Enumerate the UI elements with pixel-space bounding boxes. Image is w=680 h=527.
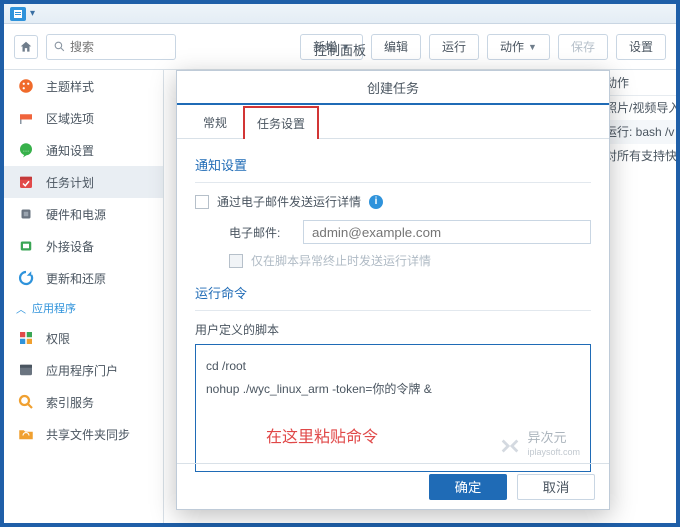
sidebar-item-privileges[interactable]: 权限: [4, 322, 163, 354]
sidebar-item-label: 权限: [46, 330, 70, 347]
sidebar-item-label: 共享文件夹同步: [46, 426, 130, 443]
script-line: nohup ./wyc_linux_arm -token=你的令牌 &: [206, 378, 580, 401]
checkbox-only-on-error: [229, 254, 243, 268]
folder-sync-icon: [16, 424, 36, 444]
sidebar-item-label: 主题样式: [46, 78, 94, 95]
sidebar-item-notification[interactable]: … 通知设置: [4, 134, 163, 166]
run-button[interactable]: 运行: [429, 34, 479, 60]
app-titlebar: ▾: [4, 4, 676, 24]
script-line: cd /root: [206, 355, 580, 378]
chevron-down-icon: ▼: [528, 42, 537, 52]
info-icon[interactable]: i: [369, 195, 383, 209]
flag-icon: [16, 108, 36, 128]
sidebar-item-label: 任务计划: [46, 174, 94, 191]
sidebar-item-index[interactable]: 索引服务: [4, 386, 163, 418]
sidebar-item-region[interactable]: 区域选项: [4, 102, 163, 134]
dialog-footer: 确定 取消: [177, 463, 609, 509]
watermark: 异次元 iplaysoft.com: [499, 431, 580, 461]
label-only-on-error: 仅在脚本异常终止时发送运行详情: [251, 252, 431, 269]
titlebar-dropdown-icon[interactable]: ▾: [30, 8, 35, 19]
sidebar-item-label: 硬件和电源: [46, 206, 106, 223]
sidebar-item-label: 区域选项: [46, 110, 94, 127]
label-user-script: 用户定义的脚本: [195, 321, 591, 338]
usb-icon: [16, 236, 36, 256]
tab-task-settings[interactable]: 任务设置: [243, 106, 319, 139]
search-icon: [53, 40, 66, 53]
search-input[interactable]: [70, 40, 160, 54]
sidebar-item-sync[interactable]: 共享文件夹同步: [4, 418, 163, 450]
sidebar-item-label: 通知设置: [46, 142, 94, 159]
edit-button[interactable]: 编辑: [371, 34, 421, 60]
sidebar-item-update[interactable]: 更新和还原: [4, 262, 163, 294]
grid-lock-icon: [16, 328, 36, 348]
save-button: 保存: [558, 34, 608, 60]
sidebar-item-theme[interactable]: 主题样式: [4, 70, 163, 102]
settings-button[interactable]: 设置: [616, 34, 666, 60]
search-box[interactable]: [46, 34, 176, 60]
dialog-title: 创建任务: [177, 71, 609, 105]
create-task-dialog: 创建任务 常规 任务设置 通知设置 通过电子邮件发送运行详情 i 电子邮件: 仅…: [176, 70, 610, 510]
label-send-email: 通过电子邮件发送运行详情: [217, 193, 361, 210]
chip-icon: [16, 204, 36, 224]
window-icon: [16, 360, 36, 380]
chat-icon: …: [16, 140, 36, 160]
checkbox-send-email[interactable]: [195, 195, 209, 209]
label-email: 电子邮件:: [229, 224, 293, 241]
app-icon: [10, 7, 26, 21]
magnify-gear-icon: [16, 392, 36, 412]
sidebar-item-task-scheduler[interactable]: 任务计划: [4, 166, 163, 198]
window-title: 控制面板: [314, 40, 366, 59]
sidebar-item-hardware[interactable]: 硬件和电源: [4, 198, 163, 230]
calendar-check-icon: [16, 172, 36, 192]
home-icon: [19, 40, 33, 54]
sidebar-item-label: 更新和还原: [46, 270, 106, 287]
annotation-paste-here: 在这里粘贴命令: [266, 423, 378, 453]
palette-icon: [16, 76, 36, 96]
action-button[interactable]: 动作▼: [487, 34, 550, 60]
sidebar-item-portal[interactable]: 应用程序门户: [4, 354, 163, 386]
section-run-command: 运行命令: [195, 283, 591, 302]
watermark-logo-icon: [499, 435, 521, 457]
email-input[interactable]: [303, 220, 591, 244]
svg-text:…: …: [23, 147, 30, 154]
tab-general[interactable]: 常规: [191, 107, 239, 138]
user-script-textarea[interactable]: cd /root nohup ./wyc_linux_arm -token=你的…: [195, 344, 591, 472]
dialog-tabs: 常规 任务设置: [177, 105, 609, 139]
sidebar-group-apps[interactable]: ︿ 应用程序: [4, 294, 163, 322]
sidebar-item-label: 应用程序门户: [46, 362, 118, 379]
sidebar: 主题样式 区域选项 … 通知设置 任务计划 硬件和电源 外接设备: [4, 70, 164, 523]
sidebar-item-label: 外接设备: [46, 238, 94, 255]
chevron-up-icon: ︿: [16, 301, 26, 316]
refresh-icon: [16, 268, 36, 288]
home-button[interactable]: [14, 35, 38, 59]
cancel-button[interactable]: 取消: [517, 474, 595, 500]
sidebar-item-external[interactable]: 外接设备: [4, 230, 163, 262]
section-notification: 通知设置: [195, 155, 591, 174]
sidebar-item-label: 索引服务: [46, 394, 94, 411]
ok-button[interactable]: 确定: [429, 474, 507, 500]
